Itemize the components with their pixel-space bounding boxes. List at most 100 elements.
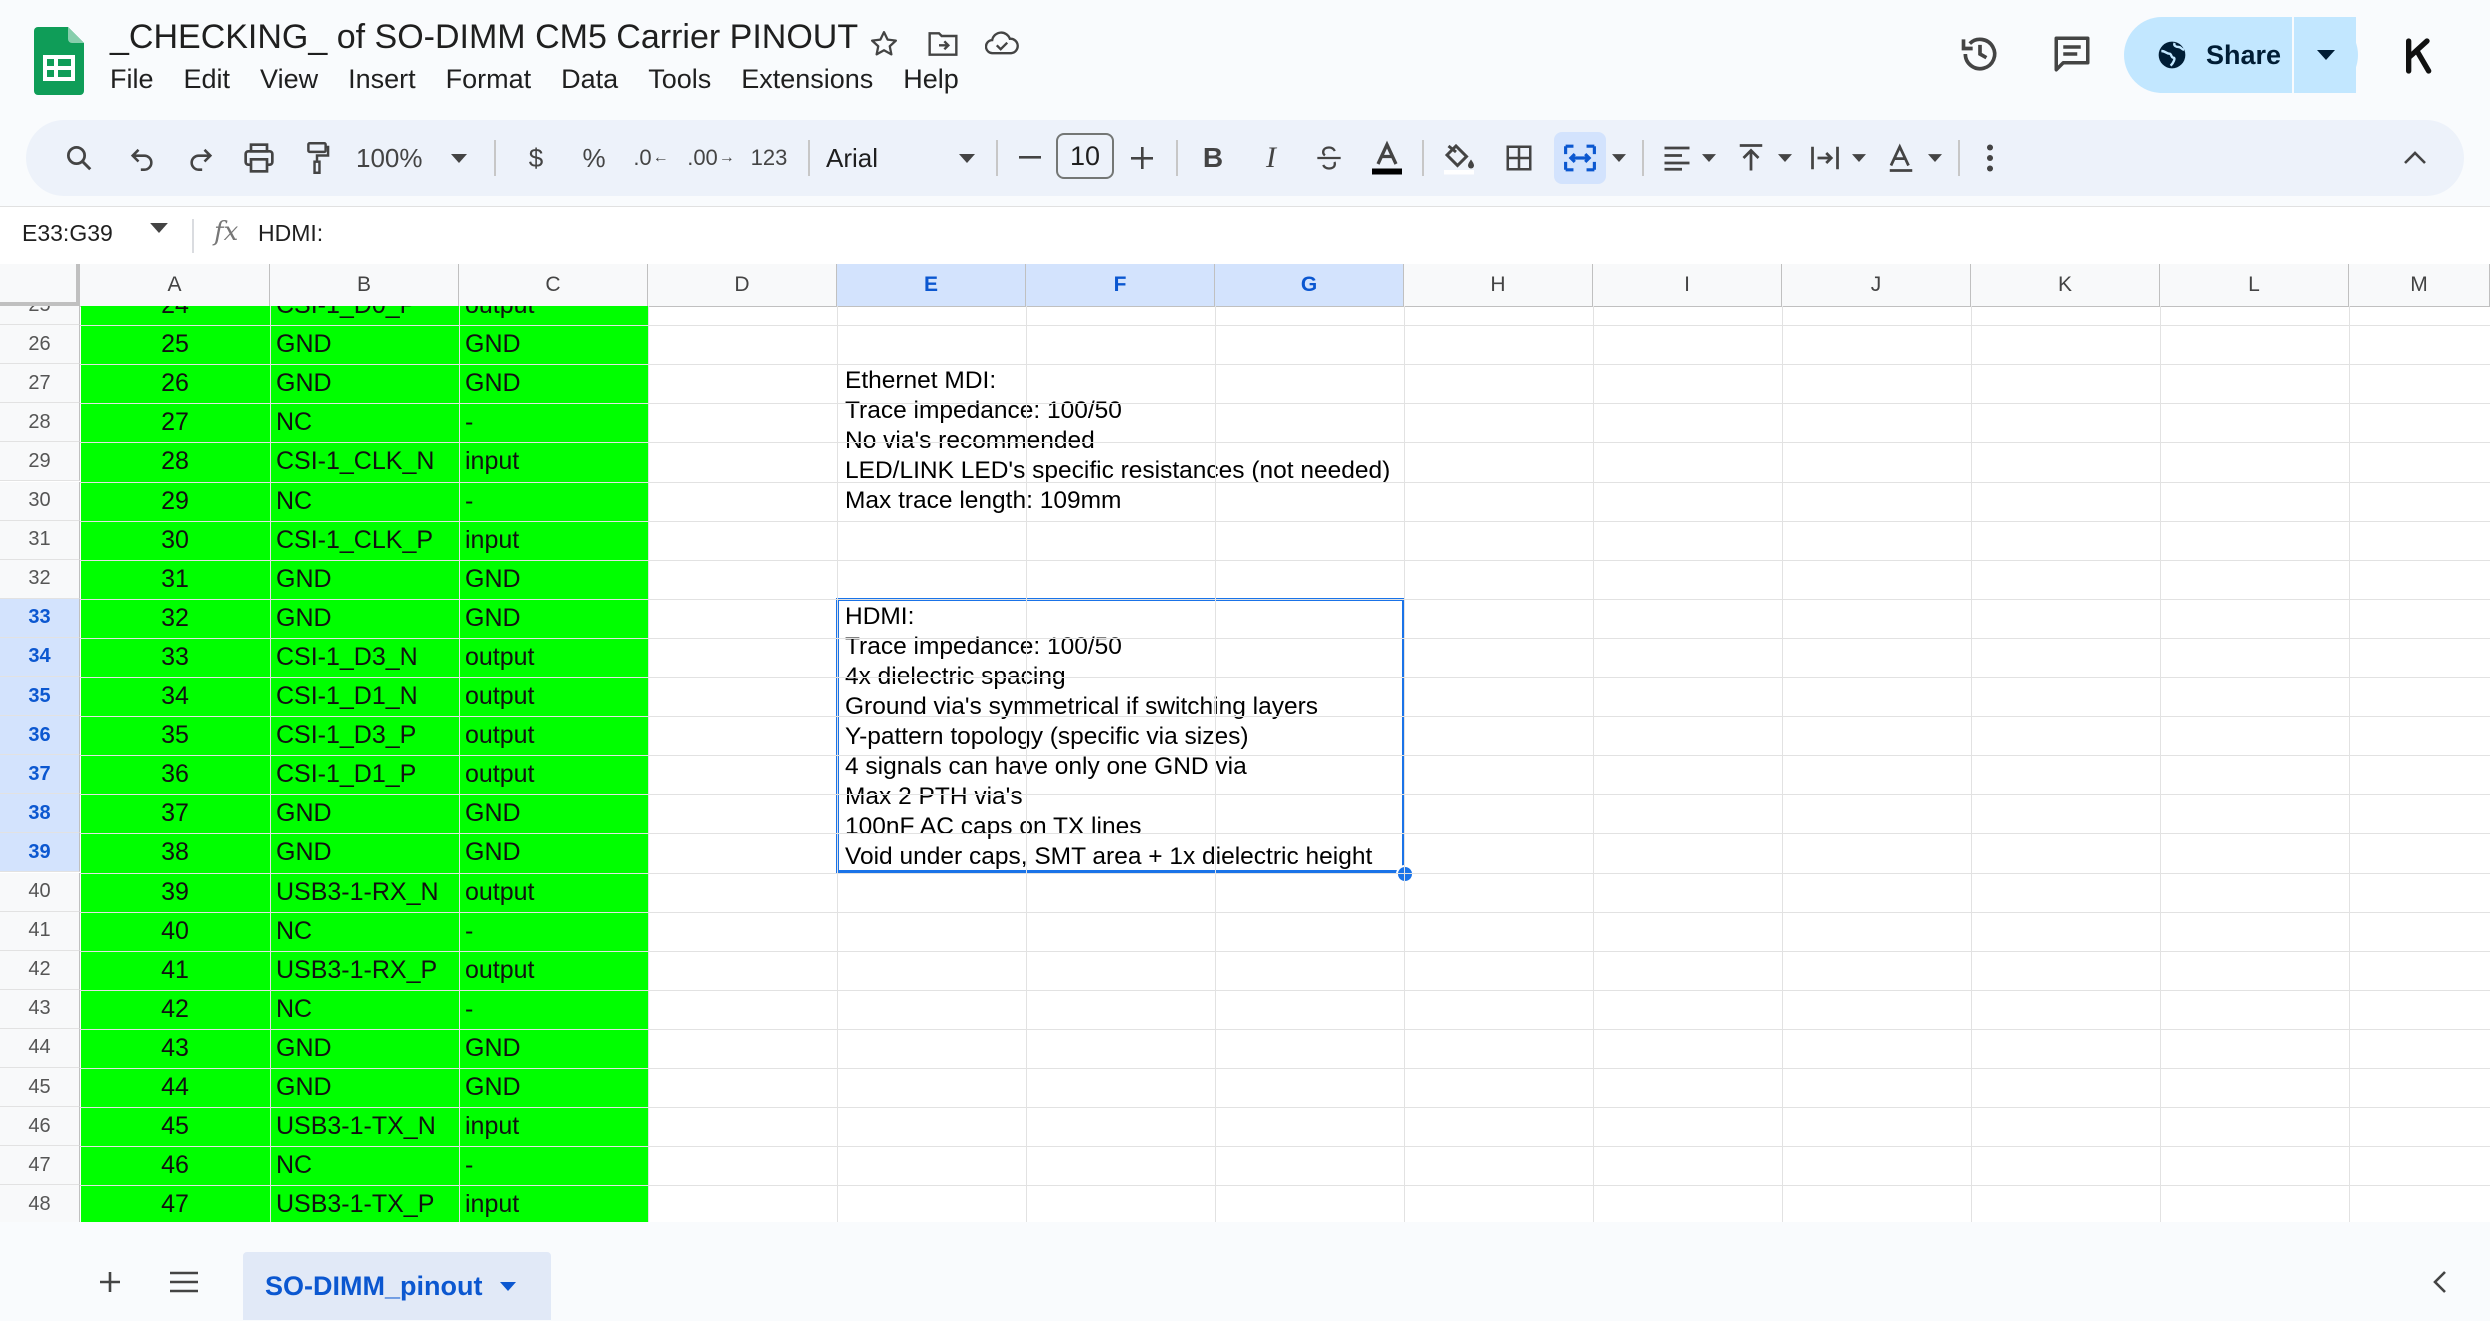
sheet-tab-so-dimm-pinout[interactable]: SO-DIMM_pinout bbox=[243, 1252, 551, 1320]
fill-color-icon[interactable] bbox=[1434, 120, 1484, 196]
cell-pin-number[interactable]: 46 bbox=[81, 1146, 269, 1185]
paint-format-icon[interactable] bbox=[294, 120, 340, 196]
menu-insert[interactable]: Insert bbox=[348, 64, 416, 95]
caret-down-icon[interactable] bbox=[1608, 120, 1630, 196]
more-formats-button[interactable]: 123 bbox=[744, 120, 794, 196]
row-header[interactable]: 32 bbox=[0, 559, 80, 599]
move-folder-icon[interactable] bbox=[923, 24, 963, 64]
hdmi-note-cell[interactable]: HDMI: Trace impedance: 100/50 4x dielect… bbox=[838, 599, 1403, 872]
cell-pin-number[interactable]: 45 bbox=[81, 1107, 269, 1146]
undo-icon[interactable] bbox=[119, 120, 165, 196]
row-header[interactable]: 30 bbox=[0, 481, 80, 521]
more-vert-icon[interactable] bbox=[1970, 120, 2010, 196]
cell-pin-number[interactable]: 39 bbox=[81, 873, 269, 912]
column-header-h[interactable]: H bbox=[1404, 264, 1593, 306]
cell-pin-number[interactable]: 35 bbox=[81, 716, 269, 755]
text-rotation-icon[interactable] bbox=[1878, 120, 1924, 196]
cloud-icon[interactable] bbox=[982, 24, 1022, 64]
row-header[interactable]: 35 bbox=[0, 677, 80, 717]
name-box[interactable]: E33:G39 bbox=[22, 220, 113, 247]
print-icon[interactable] bbox=[236, 120, 282, 196]
percent-format-button[interactable]: % bbox=[572, 120, 616, 196]
italic-icon[interactable]: I bbox=[1248, 120, 1294, 196]
row-header[interactable]: 47 bbox=[0, 1146, 80, 1186]
row-header[interactable]: 31 bbox=[0, 520, 80, 560]
minus-icon[interactable] bbox=[1008, 120, 1052, 196]
cell-signal-name[interactable]: CSI-1_D1_N bbox=[276, 677, 418, 716]
cell-signal-name[interactable]: NC bbox=[276, 1146, 312, 1185]
row-header[interactable]: 26 bbox=[0, 325, 80, 365]
row-header[interactable]: 37 bbox=[0, 755, 80, 795]
column-header-a[interactable]: A bbox=[80, 264, 270, 306]
cell-pin-number[interactable]: 26 bbox=[81, 364, 269, 403]
menu-file[interactable]: File bbox=[110, 64, 154, 95]
row-header[interactable]: 40 bbox=[0, 872, 80, 912]
cell-direction[interactable]: input bbox=[465, 1107, 519, 1146]
select-all-corner[interactable] bbox=[0, 264, 80, 306]
cell-signal-name[interactable]: GND bbox=[276, 1068, 332, 1107]
cell-signal-name[interactable]: GND bbox=[276, 833, 332, 872]
row-header[interactable]: 46 bbox=[0, 1107, 80, 1147]
cell-direction[interactable]: input bbox=[465, 521, 519, 560]
zoom-select[interactable]: 100% bbox=[356, 120, 440, 196]
cell-pin-number[interactable]: 27 bbox=[81, 403, 269, 442]
collapse-icon[interactable] bbox=[2392, 120, 2438, 196]
caret-down-icon[interactable] bbox=[1924, 120, 1946, 196]
cell-signal-name[interactable]: USB3-1-RX_P bbox=[276, 951, 437, 990]
currency-format-button[interactable]: $ bbox=[514, 120, 558, 196]
row-header[interactable]: 42 bbox=[0, 950, 80, 990]
strikethrough-icon[interactable] bbox=[1306, 120, 1352, 196]
cell-signal-name[interactable]: NC bbox=[276, 912, 312, 951]
cell-direction[interactable]: output bbox=[465, 638, 535, 677]
add-sheet-icon[interactable] bbox=[90, 1262, 130, 1302]
column-header-j[interactable]: J bbox=[1782, 264, 1971, 306]
cell-direction[interactable]: - bbox=[465, 482, 473, 521]
cell-signal-name[interactable]: CSI-1_CLK_P bbox=[276, 521, 433, 560]
column-header-m[interactable]: M bbox=[2349, 264, 2490, 306]
row-header[interactable]: 43 bbox=[0, 989, 80, 1029]
menu-tools[interactable]: Tools bbox=[648, 64, 711, 95]
cell-pin-number[interactable]: 29 bbox=[81, 482, 269, 521]
row-header[interactable]: 39 bbox=[0, 833, 80, 873]
cell-direction[interactable]: GND bbox=[465, 833, 521, 872]
text-wrap-icon[interactable] bbox=[1802, 120, 1848, 196]
menu-format[interactable]: Format bbox=[446, 64, 532, 95]
cell-signal-name[interactable]: GND bbox=[276, 599, 332, 638]
redo-icon[interactable] bbox=[178, 120, 224, 196]
row-header[interactable]: 25 bbox=[0, 306, 80, 326]
cell-signal-name[interactable]: GND bbox=[276, 794, 332, 833]
cell-direction[interactable]: - bbox=[465, 1146, 473, 1185]
cell-signal-name[interactable]: GND bbox=[276, 364, 332, 403]
cell-pin-number[interactable]: 41 bbox=[81, 951, 269, 990]
cell-direction[interactable]: output bbox=[465, 755, 535, 794]
cell-signal-name[interactable]: NC bbox=[276, 990, 312, 1029]
cell-direction[interactable]: output bbox=[465, 677, 535, 716]
row-header[interactable]: 33 bbox=[0, 598, 80, 638]
cell-signal-name[interactable]: GND bbox=[276, 560, 332, 599]
row-header[interactable]: 34 bbox=[0, 637, 80, 677]
cell-pin-number[interactable]: 47 bbox=[81, 1185, 269, 1222]
cell-direction[interactable]: GND bbox=[465, 560, 521, 599]
row-header[interactable]: 41 bbox=[0, 911, 80, 951]
decrease-decimal-button[interactable]: .0 ← bbox=[626, 120, 676, 196]
row-header[interactable]: 38 bbox=[0, 794, 80, 834]
row-header[interactable]: 48 bbox=[0, 1185, 80, 1222]
column-header-i[interactable]: I bbox=[1593, 264, 1782, 306]
cell-direction[interactable]: GND bbox=[465, 1029, 521, 1068]
cell-pin-number[interactable]: 25 bbox=[81, 325, 269, 364]
caret-down-icon[interactable] bbox=[1774, 120, 1796, 196]
cell-direction[interactable]: GND bbox=[465, 794, 521, 833]
menu-edit[interactable]: Edit bbox=[184, 64, 231, 95]
sidebar-toggle-icon[interactable] bbox=[2420, 1262, 2460, 1302]
column-header-k[interactable]: K bbox=[1971, 264, 2160, 306]
column-header-e[interactable]: E bbox=[837, 264, 1026, 306]
account-icon[interactable] bbox=[2396, 30, 2448, 82]
cell-pin-number[interactable]: 32 bbox=[81, 599, 269, 638]
cell-direction[interactable]: - bbox=[465, 990, 473, 1029]
row-header[interactable]: 29 bbox=[0, 442, 80, 482]
menu-data[interactable]: Data bbox=[561, 64, 618, 95]
cell-pin-number[interactable]: 44 bbox=[81, 1068, 269, 1107]
row-header[interactable]: 28 bbox=[0, 403, 80, 443]
row-header[interactable]: 44 bbox=[0, 1028, 80, 1068]
column-header-f[interactable]: F bbox=[1026, 264, 1215, 306]
